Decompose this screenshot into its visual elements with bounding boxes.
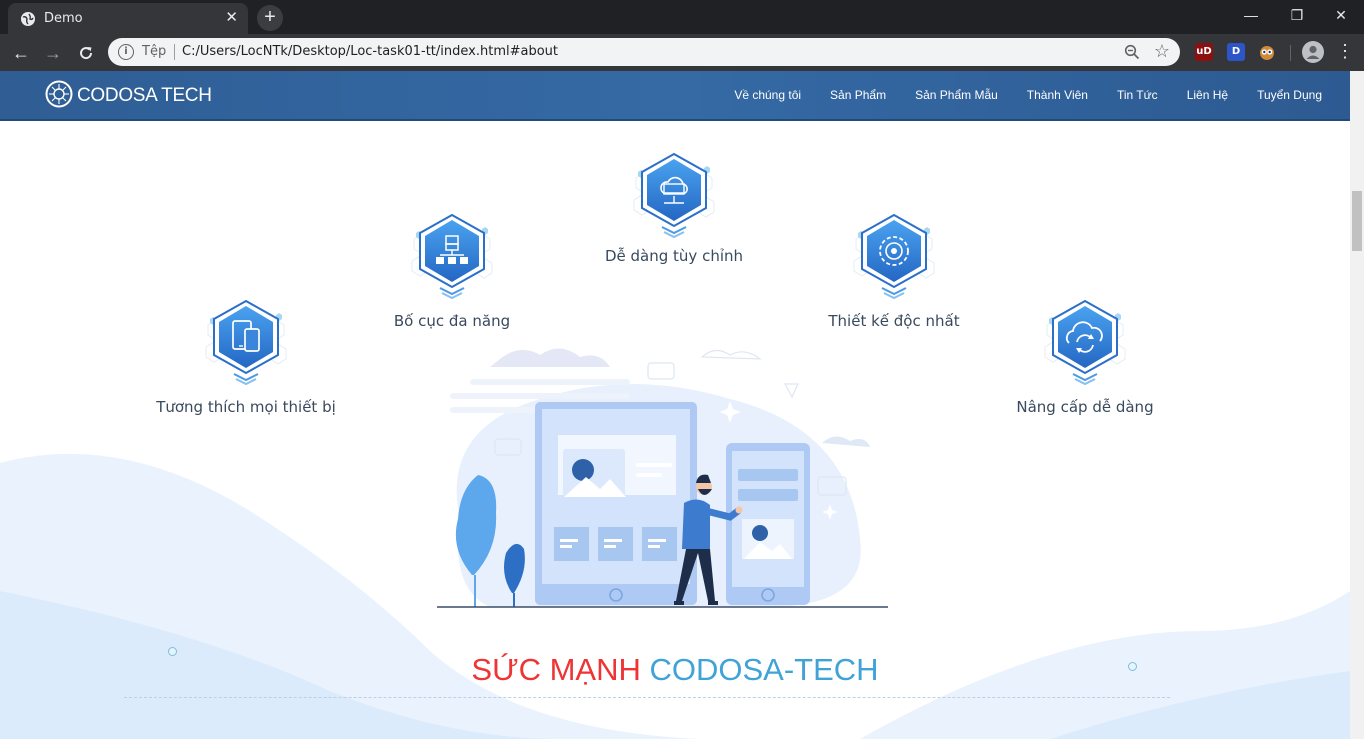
tab-close-icon[interactable]: ✕ <box>225 10 238 26</box>
section-title-red: SỨC MẠNH <box>471 652 641 687</box>
browser-tab[interactable]: Demo ✕ <box>8 3 248 34</box>
section-title-blue: CODOSA-TECH <box>649 652 879 687</box>
feature-device-compat: Tương thích mọi thiết bị <box>156 297 336 416</box>
back-arrow-icon[interactable]: ← <box>8 40 34 66</box>
feature-label: Tương thích mọi thiết bị <box>156 398 336 416</box>
feature-label: Bố cục đa năng <box>393 312 511 330</box>
info-icon[interactable]: i <box>118 44 134 60</box>
gear-target-icon <box>853 214 935 299</box>
browser-toolbar: ← → i Tệp C:/Users/LocNTk/Desktop/Loc-ta… <box>0 34 1364 71</box>
page-scrollbar[interactable] <box>1350 71 1364 739</box>
zoom-icon[interactable] <box>1124 44 1140 60</box>
new-tab-button[interactable]: + <box>257 5 283 31</box>
layout-hierarchy-icon <box>411 214 493 299</box>
nav-item-careers[interactable]: Tuyển Dụng <box>1257 88 1322 102</box>
close-window-button[interactable]: ✕ <box>1318 0 1364 30</box>
nav-item-sample-products[interactable]: Sản Phẩm Mẫu <box>915 88 998 102</box>
scheme-label: Tệp <box>142 44 167 59</box>
globe-icon <box>21 12 35 26</box>
profile-avatar-icon[interactable] <box>1302 41 1324 63</box>
nav-item-contact[interactable]: Liên Hệ <box>1187 88 1228 102</box>
maximize-button[interactable]: ❐ <box>1274 0 1320 30</box>
feature-label: Nâng cấp dễ dàng <box>1016 398 1154 416</box>
nav-item-about[interactable]: Về chúng tôi <box>734 88 801 102</box>
devices-icon <box>205 300 287 385</box>
forward-arrow-icon[interactable]: → <box>40 40 66 66</box>
owl-extension-icon[interactable] <box>1258 43 1276 61</box>
feature-unique-design: Thiết kế độc nhất <box>828 211 960 330</box>
tab-title: Demo <box>44 11 83 26</box>
url-text[interactable]: C:/Users/LocNTk/Desktop/Loc-task01-tt/in… <box>182 44 558 59</box>
feature-label: Dễ dàng tùy chỉnh <box>604 247 744 265</box>
section-divider <box>124 697 1170 698</box>
minimize-button[interactable]: — <box>1228 0 1274 30</box>
bookmark-star-icon[interactable]: ☆ <box>1154 42 1170 60</box>
reload-icon[interactable] <box>73 40 99 66</box>
feature-easy-upgrade: Nâng cấp dễ dàng <box>1016 297 1154 416</box>
ublock-extension-icon[interactable]: uD <box>1195 43 1213 61</box>
divider <box>1290 45 1291 61</box>
feature-multi-layout: Bố cục đa năng <box>392 211 512 330</box>
page-viewport: CODOSA TECH Về chúng tôi Sản Phẩm Sản Ph… <box>0 71 1350 739</box>
address-bar[interactable]: i Tệp C:/Users/LocNTk/Desktop/Loc-task01… <box>108 38 1180 66</box>
cloud-code-icon <box>633 153 715 238</box>
d-extension-icon[interactable]: D <box>1227 43 1245 61</box>
hero-illustration <box>437 348 888 608</box>
nav-item-members[interactable]: Thành Viên <box>1027 88 1088 102</box>
scrollbar-thumb[interactable] <box>1352 191 1362 251</box>
nav-item-news[interactable]: Tin Tức <box>1117 88 1158 102</box>
site-header: CODOSA TECH Về chúng tôi Sản Phẩm Sản Ph… <box>0 71 1350 121</box>
logo-text[interactable]: CODOSA TECH <box>77 85 212 107</box>
browser-titlebar: Demo ✕ + — ❐ ✕ <box>0 0 1364 34</box>
cloud-sync-icon <box>1044 300 1126 385</box>
divider <box>174 44 175 60</box>
feature-customizable: Dễ dàng tùy chỉnh <box>605 150 743 265</box>
logo-icon[interactable] <box>45 80 73 108</box>
main-nav: Về chúng tôi Sản Phẩm Sản Phẩm Mẫu Thành… <box>734 88 1322 102</box>
nav-item-products[interactable]: Sản Phẩm <box>830 88 886 102</box>
menu-kebab-icon[interactable]: ⋮ <box>1336 41 1354 63</box>
section-title: SỨC MẠNH CODOSA-TECH <box>0 652 1350 688</box>
feature-label: Thiết kế độc nhất <box>828 312 960 330</box>
